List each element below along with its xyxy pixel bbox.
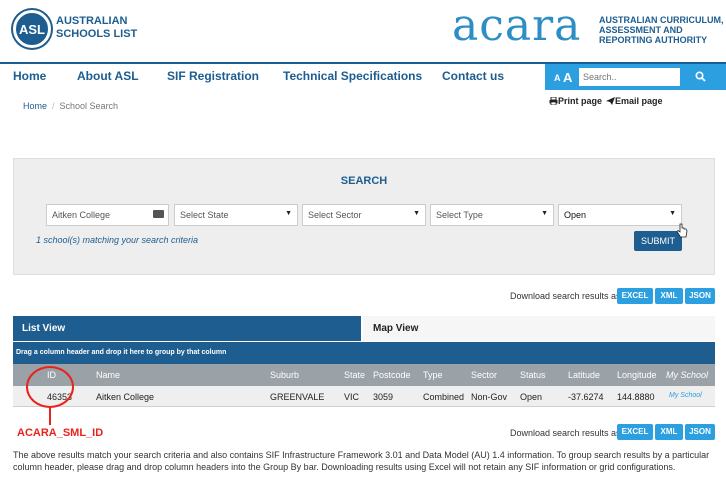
nav-sif-registration[interactable]: SIF Registration <box>167 69 259 83</box>
status-select-value: Open <box>564 210 587 220</box>
print-page-link[interactable]: Print page <box>549 96 602 106</box>
acara-subtitle-line2: ASSESSMENT AND <box>599 25 683 35</box>
email-page-link[interactable]: Email page <box>606 96 663 106</box>
asl-title-line2: SCHOOLS LIST <box>56 28 138 40</box>
nav-technical-specifications[interactable]: Technical Specifications <box>283 69 422 83</box>
breadcrumb: Home / School Search <box>23 101 118 111</box>
breadcrumb-current: School Search <box>59 101 119 111</box>
state-select-value: Select State <box>180 210 229 220</box>
column-header-latitude[interactable]: Latitude <box>568 370 600 380</box>
search-panel: SEARCH Aitken College Select State ▼ Sel… <box>13 158 715 275</box>
cell-name: Aitken College <box>96 392 155 402</box>
match-count-text: 1 school(s) matching your search criteri… <box>36 235 199 245</box>
font-size-small-button[interactable]: A <box>554 73 561 83</box>
column-header-longitude[interactable]: Longitude <box>617 370 657 380</box>
myschool-link[interactable]: My School <box>669 392 702 399</box>
email-page-label: Email page <box>615 96 663 106</box>
download-label: Download search results as: <box>510 291 624 301</box>
download-xml-button-bottom[interactable]: XML <box>655 424 683 440</box>
asl-title: AUSTRALIAN SCHOOLS LIST <box>56 15 137 41</box>
chevron-down-icon: ▼ <box>541 210 548 217</box>
site-search-input[interactable] <box>579 68 680 86</box>
type-select[interactable]: Select Type ▼ <box>430 204 554 226</box>
asl-title-line1: AUSTRALIAN <box>56 15 128 27</box>
column-header-state[interactable]: State <box>344 370 365 380</box>
keyboard-icon <box>153 210 164 218</box>
column-header-myschool[interactable]: My School <box>666 370 708 380</box>
download-label-bottom: Download search results as: <box>510 428 624 438</box>
type-select-value: Select Type <box>436 210 483 220</box>
search-icon <box>694 71 706 82</box>
cell-longitude: 144.8880 <box>617 392 655 402</box>
status-select[interactable]: Open ▼ <box>558 204 682 226</box>
chevron-down-icon: ▼ <box>413 210 420 217</box>
download-excel-button[interactable]: EXCEL <box>617 288 653 304</box>
print-page-label: Print page <box>558 96 603 106</box>
asl-logo[interactable]: ASL <box>13 10 51 48</box>
tab-map-view[interactable]: Map View <box>363 316 715 341</box>
grid-header: ID Name Suburb State Postcode Type Secto… <box>13 364 715 386</box>
annotation-line <box>49 406 51 425</box>
tab-list-view[interactable]: List View <box>13 316 361 341</box>
download-xml-button[interactable]: XML <box>655 288 683 304</box>
column-header-type[interactable]: Type <box>423 370 443 380</box>
cell-type: Combined <box>423 392 465 402</box>
column-header-name[interactable]: Name <box>96 370 120 380</box>
download-json-button-bottom[interactable]: JSON <box>685 424 715 440</box>
table-row[interactable]: 46353 Aitken College GREENVALE VIC 3059 … <box>13 386 715 407</box>
results-notes: The above results match your search crit… <box>13 450 710 472</box>
breadcrumb-home[interactable]: Home <box>23 101 47 111</box>
acara-subtitle-line3: REPORTING AUTHORITY <box>599 35 708 45</box>
cell-postcode: 3059 <box>373 392 394 402</box>
download-excel-button-bottom[interactable]: EXCEL <box>617 424 653 440</box>
cell-sector: Non-Gov <box>471 392 508 402</box>
annotation-label: ACARA_SML_ID <box>17 427 104 439</box>
download-json-button[interactable]: JSON <box>685 288 715 304</box>
sector-select[interactable]: Select Sector ▼ <box>302 204 426 226</box>
submit-button[interactable]: SUBMIT <box>634 231 682 251</box>
column-header-sector[interactable]: Sector <box>471 370 497 380</box>
search-button[interactable] <box>685 68 715 86</box>
font-size-large-button[interactable]: A <box>563 70 572 85</box>
search-title: SEARCH <box>340 175 388 187</box>
school-name-value: Aitken College <box>52 210 111 220</box>
chevron-down-icon: ▼ <box>669 210 676 217</box>
state-select[interactable]: Select State ▼ <box>174 204 298 226</box>
cell-latitude: -37.6274 <box>568 392 604 402</box>
group-by-bar[interactable]: Drag a column header and drop it here to… <box>13 342 715 364</box>
sector-select-value: Select Sector <box>308 210 362 220</box>
main-nav: Home About ASL SIF Registration Technica… <box>0 62 726 90</box>
breadcrumb-separator: / <box>52 101 55 111</box>
column-header-suburb[interactable]: Suburb <box>270 370 299 380</box>
school-name-input[interactable]: Aitken College <box>46 204 169 226</box>
nav-about-asl[interactable]: About ASL <box>77 69 139 83</box>
annotation-circle <box>26 366 74 408</box>
hand-cursor-icon <box>676 223 688 238</box>
nav-contact-us[interactable]: Contact us <box>442 69 504 83</box>
printer-icon <box>549 96 558 106</box>
cell-suburb: GREENVALE <box>270 392 325 402</box>
cell-status: Open <box>520 392 543 402</box>
column-header-postcode[interactable]: Postcode <box>373 370 411 380</box>
column-header-status[interactable]: Status <box>520 370 546 380</box>
cell-state: VIC <box>344 392 360 402</box>
nav-tools: A A <box>545 64 726 90</box>
nav-home[interactable]: Home <box>13 69 46 83</box>
paper-plane-icon <box>606 97 615 105</box>
acara-subtitle-line1: AUSTRALIAN CURRICULUM, <box>599 15 724 25</box>
site-header: ASL AUSTRALIAN SCHOOLS LIST acara AUSTRA… <box>0 0 726 62</box>
acara-logo[interactable]: acara <box>452 2 581 50</box>
acara-subtitle: AUSTRALIAN CURRICULUM, ASSESSMENT AND RE… <box>599 15 724 45</box>
chevron-down-icon: ▼ <box>285 210 292 217</box>
